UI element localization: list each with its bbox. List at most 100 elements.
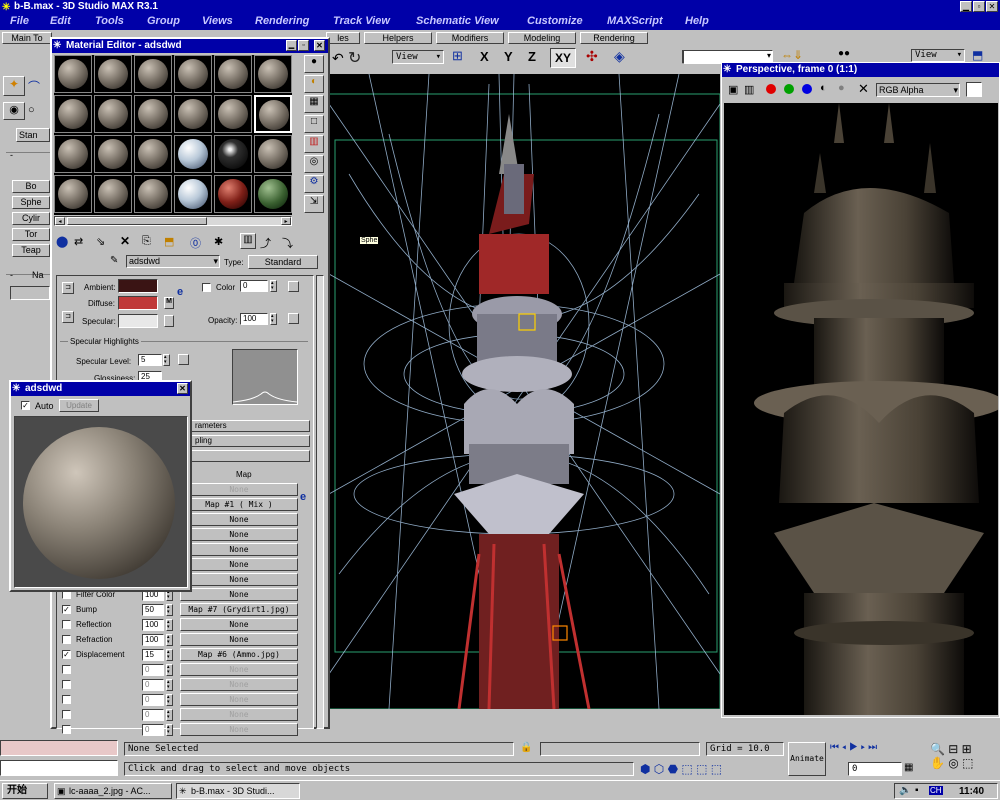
object-name-field[interactable]	[10, 286, 50, 300]
map-amount-value[interactable]: 15	[142, 649, 164, 661]
sample-slot[interactable]	[254, 135, 292, 173]
map-amount-spinner[interactable]: ▴▾	[166, 694, 173, 706]
sample-slot[interactable]	[214, 95, 252, 133]
map-slot-button[interactable]: None	[180, 723, 298, 736]
material-name-field[interactable]: adsdwd ▾	[126, 255, 220, 268]
save-bitmap-icon[interactable]: ▣	[728, 83, 738, 96]
map-slot-button[interactable]: Map #6 (Ammo.jpg)	[180, 648, 298, 661]
maxscript-listener-mini[interactable]	[0, 740, 118, 756]
clear-icon[interactable]: ✕	[858, 81, 869, 97]
display-channel-dropdown[interactable]: RGB Alpha ▾	[876, 83, 960, 97]
pick-material-icon[interactable]: ✎	[110, 255, 118, 266]
update-button[interactable]: Update	[59, 399, 99, 412]
map-slot-button[interactable]: Map #1 ( Mix )	[180, 498, 298, 511]
specular-level-spinner[interactable]: ▴ ▾	[163, 354, 170, 366]
map-slot-button[interactable]: None	[180, 678, 298, 691]
auto-update-checkbox[interactable]: ✓	[21, 401, 30, 410]
map-amount-value[interactable]: 0	[142, 694, 164, 706]
sample-slot[interactable]	[54, 95, 92, 133]
sample-slot[interactable]	[214, 55, 252, 93]
options-icon[interactable]: ⚙	[304, 175, 324, 193]
maxscript-input[interactable]	[0, 760, 118, 776]
create-cylinder-button[interactable]: Cylir	[12, 212, 50, 225]
go-forward-sibling-icon[interactable]: ⤵	[282, 235, 293, 251]
minimize-button[interactable]: ▁	[286, 40, 297, 51]
parameters-rollout[interactable]: rameters	[190, 420, 310, 432]
restrict-xy-button[interactable]: XY	[550, 48, 576, 68]
maximize-button[interactable]: ▫	[973, 1, 985, 12]
map-enable-checkbox[interactable]	[62, 620, 71, 629]
rollout-collapse-icon[interactable]: -	[10, 150, 13, 160]
close-button[interactable]: ✕	[986, 1, 998, 12]
map-slot-button[interactable]: None	[180, 633, 298, 646]
sample-slot[interactable]	[94, 95, 132, 133]
lock-selection-icon[interactable]: 🔒	[520, 742, 532, 753]
sample-slot[interactable]	[254, 175, 292, 213]
scroll-right-arrow[interactable]: ▸	[281, 217, 291, 225]
map-amount-value[interactable]: 0	[142, 709, 164, 721]
menu-views[interactable]: Views	[202, 15, 233, 27]
rollout-bar[interactable]	[190, 450, 310, 462]
mirror-icon[interactable]: ◈	[614, 48, 625, 65]
pivot-icon[interactable]: ⊞	[452, 48, 472, 66]
reference-coord-dropdown[interactable]: View ▾	[392, 50, 444, 64]
map-amount-spinner[interactable]: ▴▾	[166, 634, 173, 646]
map-slot-button[interactable]: None	[180, 708, 298, 721]
make-preview-icon[interactable]: ◎	[304, 155, 324, 173]
input-method-icon[interactable]: CH	[929, 786, 943, 795]
create-sphere-button[interactable]: Sphe	[12, 196, 50, 209]
map-enable-checkbox[interactable]	[62, 725, 71, 734]
blue-channel-icon[interactable]	[802, 84, 812, 94]
specular-map-button[interactable]	[164, 315, 174, 327]
copy-material-icon[interactable]: ⎘	[142, 235, 151, 248]
shapes-icon[interactable]: ○	[28, 104, 35, 116]
tab-helpers[interactable]: Helpers	[364, 32, 432, 44]
opacity-map-button[interactable]	[288, 313, 299, 324]
reset-material-icon[interactable]: ✕	[120, 234, 130, 248]
sample-slot[interactable]	[174, 55, 212, 93]
menu-schematic-view[interactable]: Schematic View	[416, 15, 499, 27]
create-box-button[interactable]: Bo	[12, 180, 50, 193]
object-category-dropdown[interactable]: Stan	[16, 128, 50, 142]
viewport-navigation[interactable]: 🔍 ⊟ ⊞ ✋ ◎ ⬚	[930, 742, 1000, 776]
sample-slot[interactable]	[174, 95, 212, 133]
map-amount-value[interactable]: 100	[142, 619, 164, 631]
red-channel-icon[interactable]	[766, 84, 776, 94]
snap-tools[interactable]: ⬢ ⬡ ⬣ ⬚ ⬚ ⬚	[640, 762, 780, 778]
parameters-scrollbar[interactable]	[316, 275, 324, 729]
map-enable-checkbox[interactable]	[62, 710, 71, 719]
map-slot-button[interactable]: None	[180, 618, 298, 631]
map-amount-value[interactable]: 0	[142, 679, 164, 691]
maximize-button[interactable]: ▫	[298, 40, 309, 51]
time-config-icon[interactable]: ▦	[904, 762, 913, 773]
menu-edit[interactable]: Edit	[50, 15, 71, 27]
specular-level-map-button[interactable]	[178, 354, 189, 365]
map-slot-button[interactable]: None	[180, 543, 298, 556]
taskbar-item-photoshop[interactable]: ▣ lc-aaaa_2.jpg - AC...	[54, 783, 172, 799]
menu-tools[interactable]: Tools	[95, 15, 124, 27]
diffuse-color-swatch[interactable]	[118, 296, 158, 310]
menu-rendering[interactable]: Rendering	[255, 15, 309, 27]
go-to-parent-icon[interactable]: ⤴	[260, 235, 271, 251]
restrict-y-button[interactable]: Y	[504, 49, 513, 64]
map-slot-button[interactable]: None	[180, 483, 298, 496]
opacity-value[interactable]: 100	[240, 313, 268, 325]
sample-slot[interactable]	[54, 175, 92, 213]
close-button[interactable]: ✕	[177, 383, 188, 394]
self-illum-spinner[interactable]: ▴ ▾	[270, 280, 277, 292]
map-slot-button[interactable]: None	[180, 558, 298, 571]
material-type-button[interactable]: Standard	[248, 255, 318, 269]
start-button[interactable]: 开始	[2, 783, 48, 799]
specular-level-value[interactable]: 5	[138, 354, 162, 366]
create-torus-button[interactable]: Tor	[12, 228, 50, 241]
sample-slot[interactable]	[94, 175, 132, 213]
map-enable-checkbox[interactable]	[62, 635, 71, 644]
rotate-icon[interactable]: ↻	[348, 48, 361, 68]
viewport-wireframe[interactable]: Sphe	[329, 74, 720, 709]
create-teapot-button[interactable]: Teap	[12, 244, 50, 257]
supersampling-rollout[interactable]: pling	[190, 435, 310, 447]
put-to-library-icon[interactable]: ⬒	[164, 235, 174, 248]
map-effect-icon[interactable]: e	[300, 491, 306, 503]
map-slot-button[interactable]: None	[180, 513, 298, 526]
restrict-x-button[interactable]: X	[480, 49, 489, 64]
